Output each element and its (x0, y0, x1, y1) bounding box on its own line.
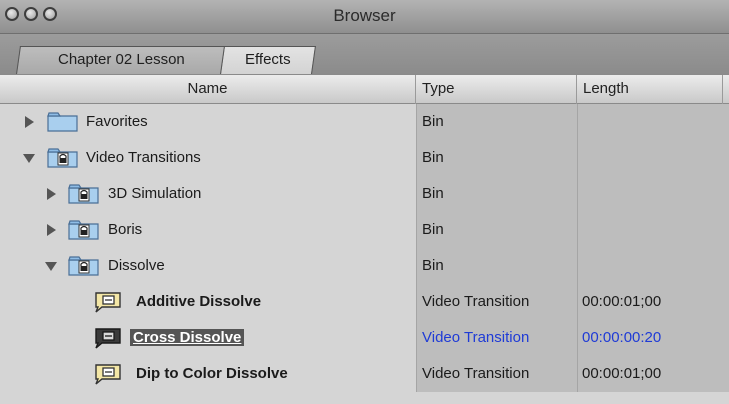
list-filler (0, 392, 729, 404)
locked-bin-icon (68, 256, 99, 276)
transition-icon (95, 364, 121, 385)
tab-effects[interactable]: Effects (220, 46, 316, 74)
name-cell: Dissolve (0, 248, 416, 284)
name-cell: Video Transitions (0, 140, 416, 176)
name-cell: Additive Dissolve (0, 284, 416, 320)
tab-chapter-02-lesson[interactable]: Chapter 02 Lesson (16, 46, 226, 74)
column-header-name[interactable]: Name (0, 75, 416, 104)
disclosure-triangle-icon[interactable] (22, 151, 36, 165)
length-cell (577, 104, 729, 140)
browser-window: Browser Chapter 02 Lesson Effects Name T… (0, 0, 729, 404)
browser-list: Favorites Bin Video Transitions Bin 3D S… (0, 104, 729, 404)
item-name-selected: Cross Dissolve (130, 320, 245, 356)
length-cell: 00:00:01;00 (577, 356, 729, 392)
selected-name-highlight[interactable]: Cross Dissolve (130, 329, 245, 346)
length-cell (577, 248, 729, 284)
length-cell (577, 212, 729, 248)
column-header: Name Type Length (0, 74, 729, 104)
locked-bin-icon (47, 148, 78, 168)
type-cell: Video Transition (416, 356, 577, 392)
tab-label: Effects (245, 51, 291, 68)
item-name: 3D Simulation (108, 185, 202, 202)
type-cell: Video Transition (416, 320, 577, 356)
list-item[interactable]: Dissolve Bin (0, 248, 729, 284)
type-cell: Video Transition (416, 284, 577, 320)
length-cell: 00:00:01;00 (577, 284, 729, 320)
disclosure-triangle-icon[interactable] (22, 115, 36, 129)
list-item[interactable]: Favorites Bin (0, 104, 729, 140)
folder-icon (47, 112, 78, 132)
transition-icon (95, 328, 121, 349)
type-cell: Bin (416, 104, 577, 140)
disclosure-triangle-icon[interactable] (44, 259, 58, 273)
type-cell: Bin (416, 176, 577, 212)
item-name: Video Transitions (86, 149, 201, 166)
disclosure-triangle-icon[interactable] (44, 223, 58, 237)
name-cell: 3D Simulation (0, 176, 416, 212)
type-cell: Bin (416, 248, 577, 284)
length-cell (577, 176, 729, 212)
item-name: Additive Dissolve (136, 293, 262, 310)
disclosure-triangle-icon[interactable] (44, 187, 58, 201)
list-item-selected[interactable]: Cross Dissolve Video Transition 00:00:00… (0, 320, 729, 356)
item-name: Favorites (86, 113, 148, 130)
locked-bin-icon (68, 220, 99, 240)
column-header-length[interactable]: Length (577, 75, 723, 104)
list-item[interactable]: Dip to Color Dissolve Video Transition 0… (0, 356, 729, 392)
name-cell: Dip to Color Dissolve (0, 356, 416, 392)
name-cell: Cross Dissolve (0, 320, 416, 356)
name-cell: Boris (0, 212, 416, 248)
name-cell: Favorites (0, 104, 416, 140)
window-title: Browser (333, 6, 396, 25)
item-name: Dip to Color Dissolve (136, 365, 288, 382)
type-cell: Bin (416, 140, 577, 176)
list-item[interactable]: Additive Dissolve Video Transition 00:00… (0, 284, 729, 320)
list-item[interactable]: 3D Simulation Bin (0, 176, 729, 212)
length-cell (577, 140, 729, 176)
title-bar[interactable]: Browser (0, 0, 729, 34)
column-header-type[interactable]: Type (416, 75, 577, 104)
type-cell: Bin (416, 212, 577, 248)
list-item[interactable]: Video Transitions Bin (0, 140, 729, 176)
list-item[interactable]: Boris Bin (0, 212, 729, 248)
transition-icon (95, 292, 121, 313)
item-name: Boris (108, 221, 143, 238)
tab-bar: Chapter 02 Lesson Effects (0, 34, 729, 74)
tab-label: Chapter 02 Lesson (57, 51, 185, 68)
item-name: Dissolve (108, 257, 165, 274)
locked-bin-icon (68, 184, 99, 204)
length-cell: 00:00:00:20 (577, 320, 729, 356)
